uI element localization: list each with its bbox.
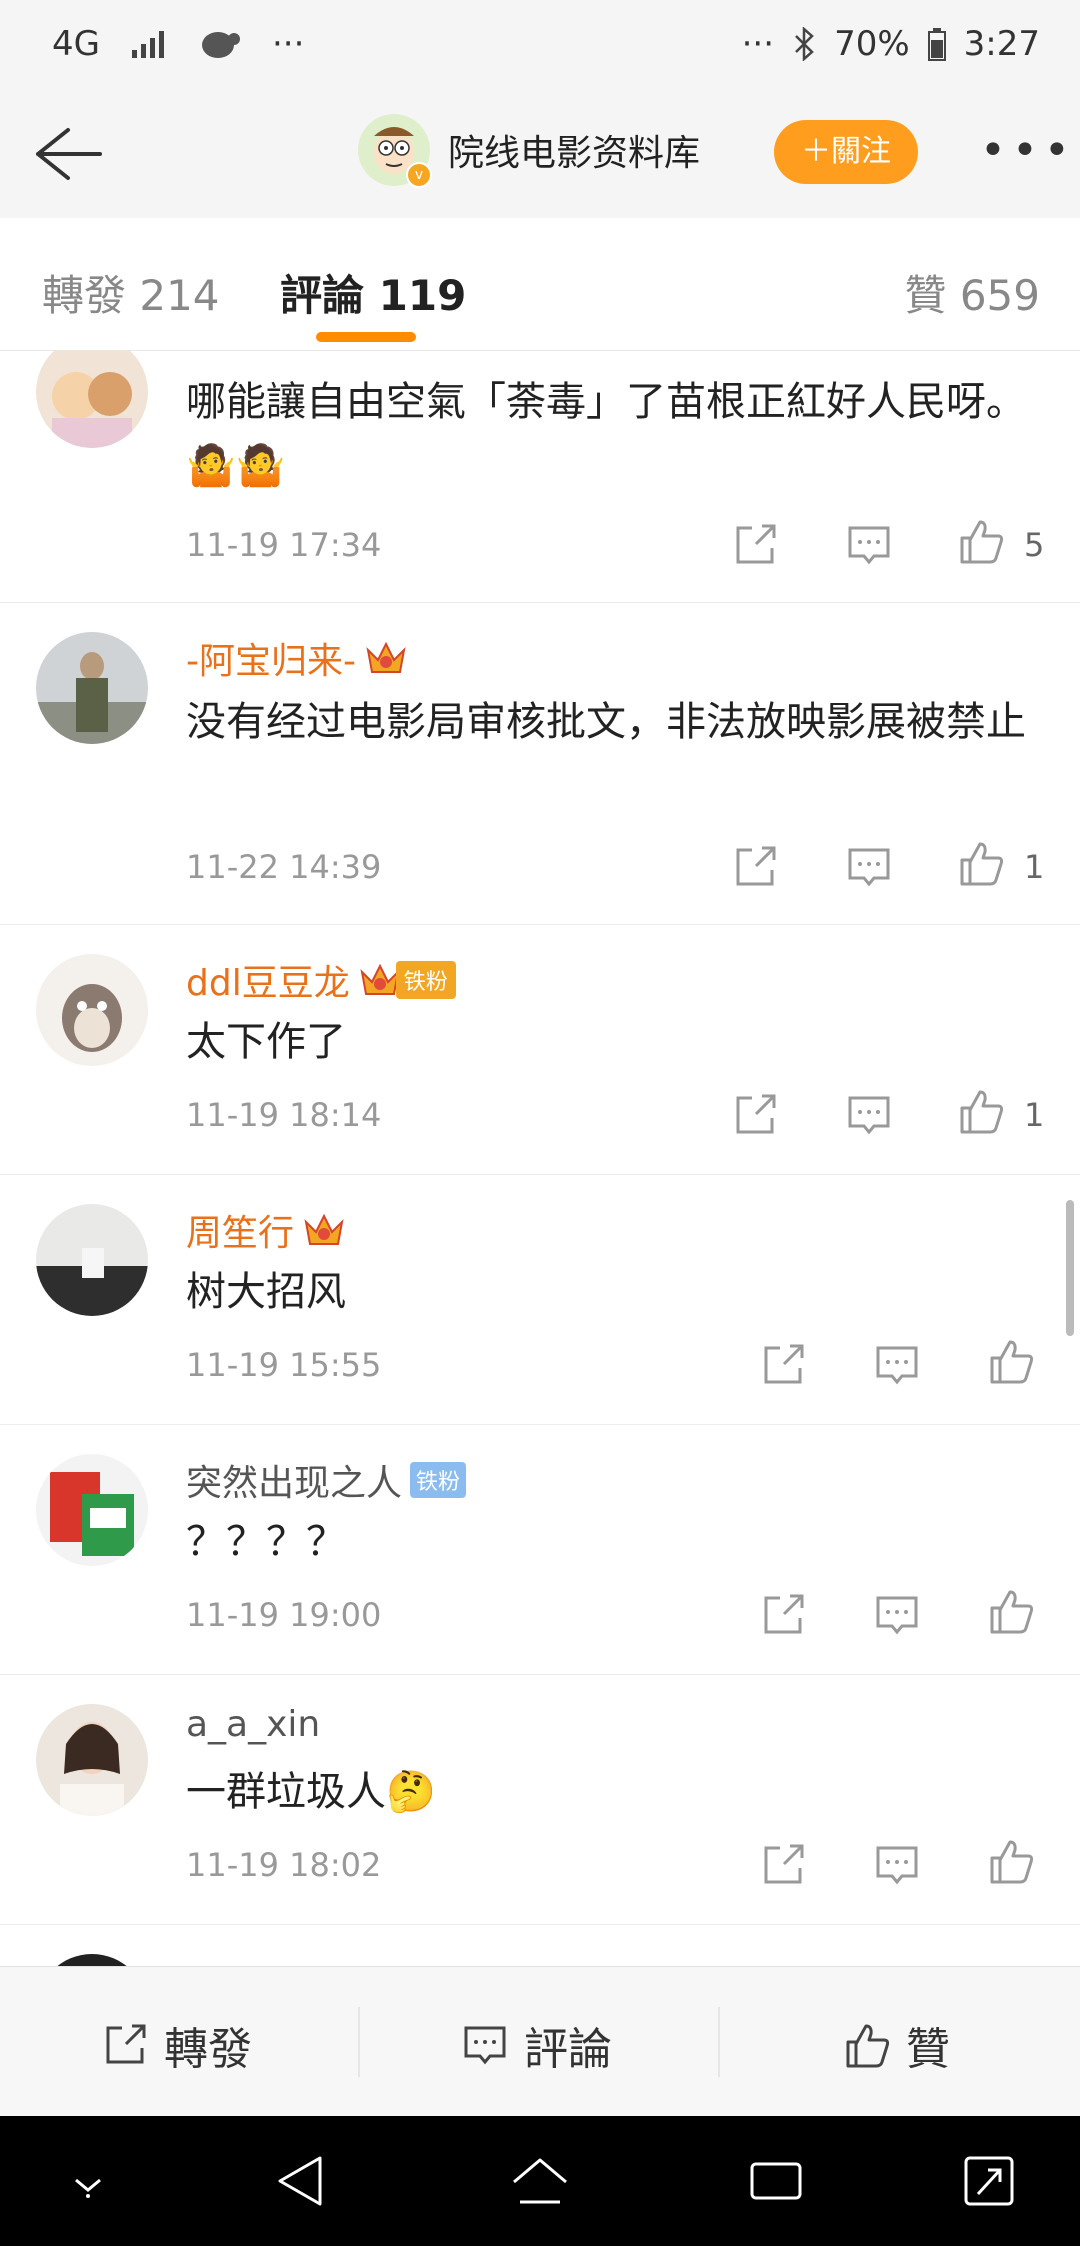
- comment-icon[interactable]: [872, 1590, 922, 1640]
- tab-reposts[interactable]: 轉發 214: [42, 262, 220, 323]
- comment-time: 11-19 17:34: [186, 526, 382, 564]
- comment-text: 太下作了: [186, 1019, 346, 1065]
- share-icon[interactable]: [730, 842, 780, 892]
- comment-item[interactable]: 周笙行 树大招风 11-19 15:55: [0, 1174, 1080, 1425]
- comment-text: 树大招风: [186, 1269, 346, 1315]
- verified-badge-icon: v: [406, 162, 432, 188]
- like-count: 5: [1024, 526, 1045, 564]
- comment-time: 11-19 18:02: [186, 1846, 382, 1884]
- comment-icon: [464, 2026, 506, 2065]
- comment-item[interactable]: -阿宝归来- 没有经过电影局审核批文，非法放映影展被禁止 11-22 14:39…: [0, 602, 1080, 925]
- comment-item[interactable]: 哪能讓自由空氣「荼毒」了苗根正紅好人民呀。 🤷🤷 11-19 17:34 5: [0, 350, 1080, 603]
- follow-button[interactable]: ＋關注: [774, 120, 918, 184]
- comment-time: 11-19 15:55: [186, 1346, 382, 1384]
- like-count: 1: [1024, 848, 1045, 886]
- comment-icon[interactable]: [872, 1840, 922, 1890]
- like-icon: [846, 2024, 890, 2068]
- divider: [358, 2007, 360, 2077]
- bottom-action-bar: 轉發 評論 贊: [0, 1966, 1080, 2117]
- avatar[interactable]: [36, 954, 148, 1066]
- comment-icon[interactable]: [844, 842, 894, 892]
- avatar[interactable]: [36, 632, 148, 744]
- comment-text: 没有经过电影局审核批文，非法放映影展被禁止: [186, 699, 1026, 745]
- clock: 3:27: [963, 24, 1040, 64]
- account-avatar[interactable]: v: [358, 114, 432, 188]
- comment-text: 一群垃圾人🤔: [186, 1769, 436, 1815]
- repost-button[interactable]: 轉發: [100, 2013, 252, 2077]
- like-icon[interactable]: [956, 838, 1006, 888]
- bluetooth-icon: [795, 27, 814, 61]
- avatar[interactable]: [36, 350, 148, 448]
- nav-recents-icon[interactable]: [748, 2156, 804, 2206]
- share-icon: [106, 2024, 146, 2064]
- comment-icon[interactable]: [844, 1090, 894, 1140]
- comment-icon[interactable]: [872, 1340, 922, 1390]
- nav-home-icon[interactable]: [508, 2154, 572, 2208]
- comment-text: 哪能讓自由空氣「荼毒」了苗根正紅好人民呀。 🤷🤷: [186, 379, 1026, 489]
- share-icon[interactable]: [758, 1340, 808, 1390]
- like-icon[interactable]: [986, 1836, 1036, 1886]
- active-tab-indicator: [316, 332, 416, 342]
- share-icon[interactable]: [758, 1590, 808, 1640]
- commenter-name[interactable]: -阿宝归来-: [186, 632, 408, 684]
- iron-fan-badge: 铁粉: [410, 1462, 467, 1498]
- more-options-icon[interactable]: •••: [980, 129, 1076, 173]
- status-bar: 4G ··· ··· 70% 3:27: [0, 0, 1080, 92]
- comment-list[interactable]: 哪能讓自由空氣「荼毒」了苗根正紅好人民呀。 🤷🤷 11-19 17:34 5 -…: [0, 350, 1080, 1970]
- battery-icon: [927, 28, 946, 61]
- divider: [718, 2007, 720, 2077]
- like-icon[interactable]: [956, 516, 1006, 566]
- app-notification-icon: [201, 32, 240, 58]
- comment-time: 11-19 18:14: [186, 1096, 382, 1134]
- like-count: 1: [1024, 1096, 1045, 1134]
- share-icon[interactable]: [730, 520, 780, 570]
- network-indicator: 4G: [52, 24, 100, 64]
- comment-item[interactable]: a_a_xin 一群垃圾人🤔 11-19 18:02: [0, 1674, 1080, 1925]
- like-icon[interactable]: [986, 1336, 1036, 1386]
- top-nav-bar: v 院线电影资料库 ＋關注 •••: [0, 92, 1080, 219]
- like-button[interactable]: 贊: [842, 2013, 950, 2077]
- iron-fan-badge: 铁粉: [358, 958, 456, 1002]
- vip-crown-icon: [304, 1213, 344, 1245]
- emoji-shrug-icon: 🤷🤷: [186, 443, 286, 489]
- like-icon[interactable]: [956, 1086, 1006, 1136]
- nav-expand-icon[interactable]: [962, 2152, 1016, 2210]
- comment-time: 11-19 19:00: [186, 1596, 382, 1634]
- emoji-thinking-icon: 🤔: [386, 1769, 436, 1815]
- comment-item[interactable]: ddl豆豆龙 铁粉 太下作了 11-19 18:14 1: [0, 924, 1080, 1175]
- account-name: 院线电影资料库: [448, 133, 701, 174]
- scrollbar[interactable]: [1066, 1200, 1074, 1336]
- more-notifications-icon: ···: [271, 24, 305, 64]
- commenter-name[interactable]: ddl豆豆龙 铁粉: [186, 954, 456, 1006]
- comment-text: ？？？？: [186, 1519, 346, 1565]
- comment-icon[interactable]: [844, 520, 894, 570]
- comment-item[interactable]: 突然出现之人 铁粉 ？？？？ 11-19 19:00: [0, 1424, 1080, 1675]
- commenter-name[interactable]: a_a_xin: [186, 1704, 320, 1745]
- comment-button[interactable]: 評論: [460, 2013, 612, 2077]
- comment-time: 11-22 14:39: [186, 848, 382, 886]
- avatar[interactable]: [36, 1454, 148, 1566]
- account-title[interactable]: v 院线电影资料库: [358, 114, 701, 188]
- tab-bar: 轉發 214 評論 119 贊 659: [0, 218, 1080, 351]
- commenter-name[interactable]: 突然出现之人 铁粉: [186, 1454, 467, 1506]
- tab-likes[interactable]: 贊 659: [904, 262, 1040, 323]
- avatar[interactable]: [36, 1204, 148, 1316]
- like-icon[interactable]: [986, 1586, 1036, 1636]
- battery-percentage: 70%: [834, 24, 910, 64]
- share-icon[interactable]: [758, 1840, 808, 1890]
- nav-back-icon[interactable]: [272, 2152, 328, 2210]
- tab-comments[interactable]: 評論 119: [280, 262, 466, 323]
- more-status-icon: ···: [741, 24, 775, 64]
- share-icon[interactable]: [730, 1090, 780, 1140]
- avatar[interactable]: [36, 1704, 148, 1816]
- commenter-name[interactable]: 周笙行: [186, 1204, 346, 1256]
- vip-crown-icon: [366, 641, 406, 673]
- hide-keyboard-icon[interactable]: [62, 2160, 114, 2204]
- back-arrow-icon[interactable]: [28, 118, 108, 190]
- signal-icon: [131, 31, 164, 58]
- system-navigation-bar: [0, 2116, 1080, 2246]
